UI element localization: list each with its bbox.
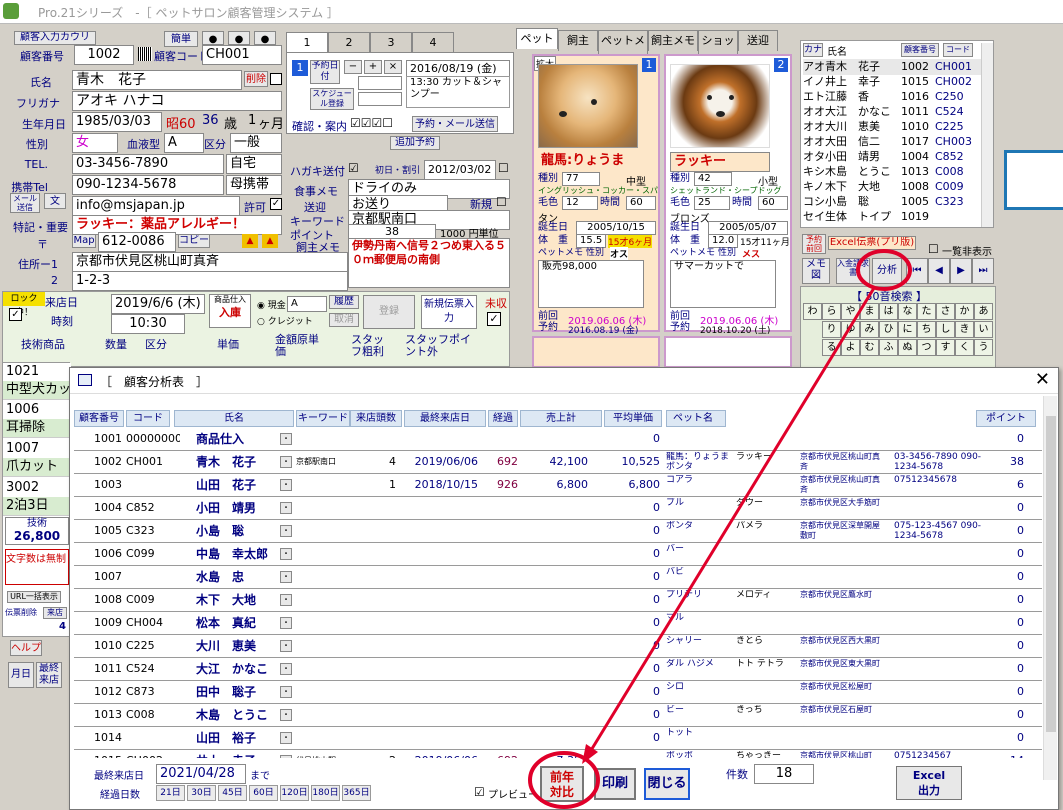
annotation-arrow-line [588, 287, 876, 753]
annotation-circle-analysis [856, 249, 912, 291]
annotation-circle-yoy [528, 751, 600, 809]
annotation-overlay [528, 249, 912, 809]
